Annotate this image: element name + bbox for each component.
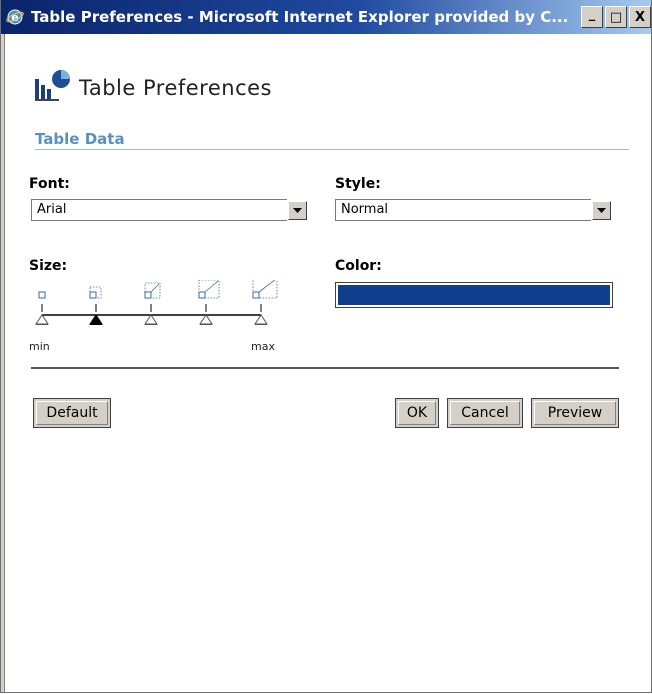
minimize-icon: _: [588, 6, 596, 22]
slider-stop-min[interactable]: [35, 314, 49, 325]
color-picker[interactable]: [335, 282, 613, 308]
close-button[interactable]: X: [629, 6, 651, 28]
size-min-label: min: [29, 340, 50, 353]
cancel-button-label: Cancel: [461, 405, 509, 421]
preview-button[interactable]: Preview: [531, 398, 619, 428]
window-title: Table Preferences - Microsoft Internet E…: [31, 8, 569, 26]
size-level-4-icon[interactable]: [198, 279, 220, 299]
section-title: Table Data: [35, 130, 125, 148]
chart-icon: [33, 67, 73, 103]
style-select-value: Normal: [341, 202, 389, 217]
size-max-label: max: [251, 340, 275, 353]
minimize-button[interactable]: _: [581, 6, 603, 28]
window-left-border: [1, 34, 5, 692]
size-level-3-icon[interactable]: [144, 282, 161, 299]
close-icon: X: [634, 9, 646, 25]
chevron-down-icon[interactable]: [592, 201, 611, 220]
slider-stop-4[interactable]: [199, 314, 213, 325]
ok-button-label: OK: [406, 405, 428, 421]
color-label: Color:: [335, 258, 382, 274]
button-divider: [31, 367, 619, 369]
font-label: Font:: [29, 176, 70, 192]
title-bar[interactable]: e Table Preferences - Microsoft Internet…: [1, 0, 651, 34]
section-divider: [35, 149, 629, 150]
dialog-content: Table Preferences Table Data Font: Arial…: [15, 34, 635, 690]
default-button-label: Default: [46, 405, 98, 421]
ok-button[interactable]: OK: [395, 398, 439, 428]
maximize-icon: □: [609, 9, 623, 25]
slider-thumb[interactable]: [89, 314, 103, 325]
size-level-1-icon[interactable]: [38, 291, 46, 299]
maximize-button[interactable]: □: [605, 6, 627, 28]
size-label: Size:: [29, 258, 68, 274]
font-select[interactable]: Arial: [31, 199, 307, 221]
page-title: Table Preferences: [79, 76, 272, 100]
cancel-button[interactable]: Cancel: [447, 398, 523, 428]
page-header: Table Preferences: [33, 67, 272, 103]
dialog-window: e Table Preferences - Microsoft Internet…: [0, 0, 652, 693]
size-level-2-icon[interactable]: [89, 286, 102, 299]
chevron-down-icon[interactable]: [288, 201, 307, 220]
slider-stop-3[interactable]: [144, 314, 158, 325]
size-level-5-icon[interactable]: [252, 277, 278, 299]
style-select[interactable]: Normal: [335, 199, 611, 221]
slider-stop-max[interactable]: [254, 314, 268, 325]
preview-button-label: Preview: [547, 405, 603, 421]
default-button[interactable]: Default: [33, 398, 111, 428]
font-select-value: Arial: [37, 202, 67, 217]
internet-explorer-icon: e: [5, 7, 25, 27]
style-label: Style:: [335, 176, 381, 192]
color-fill: [338, 285, 610, 305]
